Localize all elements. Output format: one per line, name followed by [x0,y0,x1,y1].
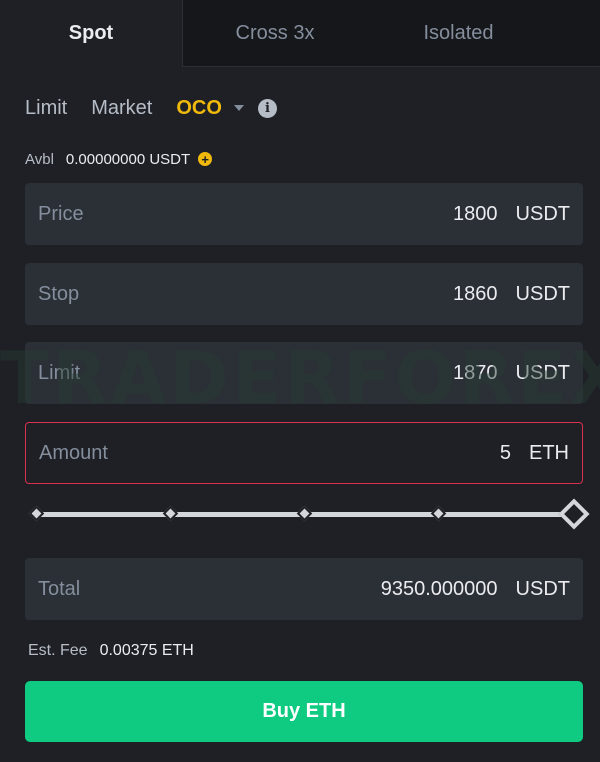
avbl-label: Avbl [25,150,54,168]
stop-label: Stop [38,282,80,305]
price-unit: USDT [515,202,570,225]
slider-tick-25[interactable] [162,505,179,522]
tab-isolated[interactable]: Isolated [367,0,550,66]
tab-spot[interactable]: Spot [0,0,183,67]
available-balance: Avbl 0.00000000 USDT + [25,148,213,170]
price-label: Price [38,202,84,225]
amount-unit: ETH [529,441,569,464]
stop-field[interactable]: Stop 1860 USDT [25,263,583,325]
amount-slider[interactable] [28,498,590,530]
slider-tick-50[interactable] [296,505,313,522]
fee-value: 0.00375 ETH [99,642,194,659]
info-icon[interactable]: i [257,98,277,118]
tab-cross[interactable]: Cross 3x [183,0,367,66]
order-type-oco[interactable]: OCO [176,97,222,120]
order-type-limit[interactable]: Limit [25,97,67,120]
price-field[interactable]: Price 1800 USDT [25,183,583,245]
stop-unit: USDT [515,282,570,305]
total-value[interactable]: 9350.000000 [381,578,498,601]
price-value[interactable]: 1800 [453,203,498,226]
total-field[interactable]: Total 9350.000000 USDT [25,558,583,620]
amount-field[interactable]: Amount 5 ETH [25,422,583,484]
add-funds-icon[interactable]: + [198,152,213,166]
amount-value[interactable]: 5 [500,442,511,465]
slider-handle[interactable] [558,498,590,530]
trade-mode-tabs: Spot Cross 3x Isolated [0,0,600,67]
total-unit: USDT [515,577,570,600]
estimated-fee: Est. Fee 0.00375 ETH [28,640,194,662]
limit-value[interactable]: 1870 [453,362,498,385]
order-type-selector: Limit Market OCO i [25,92,277,124]
avbl-value: 0.00000000 USDT [65,150,191,168]
fee-label: Est. Fee [28,642,88,659]
limit-label: Limit [38,361,81,384]
total-label: Total [38,577,81,600]
order-type-market[interactable]: Market [91,97,152,120]
slider-tick-0[interactable] [28,505,45,522]
limit-unit: USDT [515,361,570,384]
amount-label: Amount [39,441,108,464]
stop-value[interactable]: 1860 [453,283,498,306]
limit-field[interactable]: Limit 1870 USDT [25,342,583,404]
buy-button[interactable]: Buy ETH [25,681,583,742]
chevron-down-icon[interactable] [233,105,244,111]
slider-tick-75[interactable] [430,505,447,522]
